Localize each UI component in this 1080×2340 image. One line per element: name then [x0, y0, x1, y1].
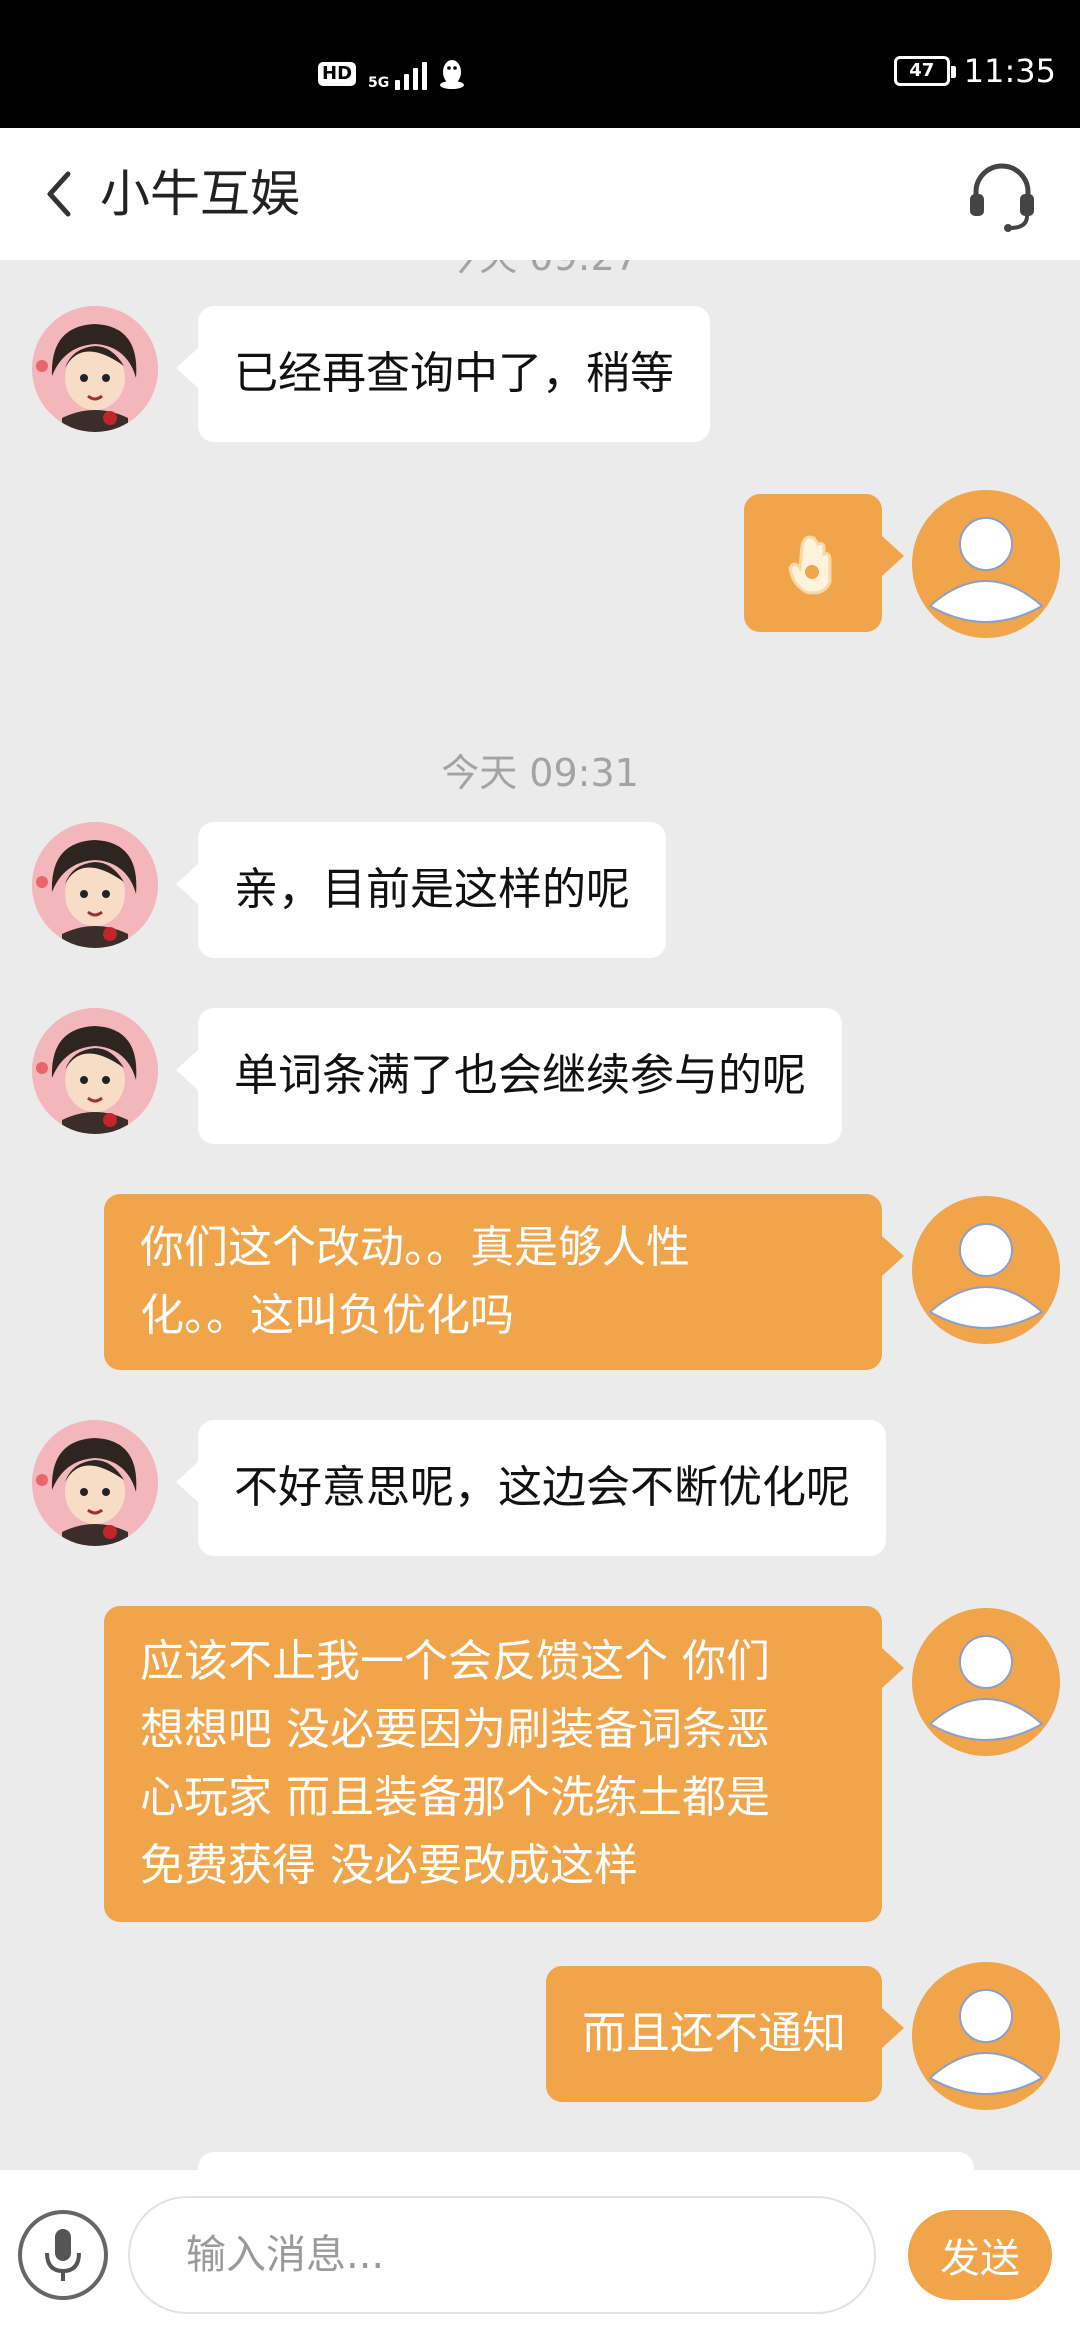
- status-bar: HD 5G 47 11:35: [0, 0, 1080, 128]
- qq-penguin-icon: [440, 60, 465, 89]
- agent-avatar[interactable]: [32, 822, 158, 948]
- message-bubble-user[interactable]: 而且还不通知: [546, 1966, 904, 2102]
- network-type: 5G: [368, 75, 390, 91]
- timestamp: 今天 09:31: [441, 751, 639, 795]
- user-avatar[interactable]: [912, 1962, 1060, 2110]
- back-arrow-icon[interactable]: [40, 168, 80, 220]
- message-line: 你们这个改动。。真是够人性: [140, 1222, 690, 1273]
- ok-hand-icon: [788, 535, 832, 595]
- clock: 11:35: [963, 52, 1056, 90]
- battery-level: 47: [909, 60, 935, 81]
- chat-messages[interactable]: 今天 09:27 已经再查询中了，稍等: [0, 260, 1080, 2170]
- message-bubble-agent[interactable]: 单词条满了也会继续参与的呢: [176, 1008, 842, 1144]
- headset-support-icon[interactable]: [964, 158, 1040, 234]
- message-line: 免费获得 没必要改成这样: [140, 1840, 638, 1891]
- signal-icon: 5G: [368, 58, 428, 91]
- page-title: 小牛互娱: [100, 165, 300, 223]
- send-button[interactable]: 发送: [908, 2210, 1052, 2300]
- message-line: 化。。这叫负优化吗: [140, 1290, 514, 1341]
- voice-button[interactable]: [18, 2210, 108, 2300]
- microphone-icon: [45, 2229, 81, 2281]
- agent-avatar[interactable]: [32, 306, 158, 432]
- message-line: 想想吧 没必要因为刷装备词条恶: [140, 1704, 770, 1755]
- status-right: 47 11:35: [893, 52, 1056, 90]
- message-bubble-agent[interactable]: 已经再查询中了，稍等: [176, 306, 710, 442]
- message-bubble-user[interactable]: 你们这个改动。。真是够人性 化。。这叫负优化吗: [104, 1194, 904, 1370]
- battery-icon: 47: [893, 56, 956, 86]
- agent-avatar[interactable]: [32, 1008, 158, 1134]
- message-bubble-agent-partial[interactable]: [198, 2152, 974, 2170]
- user-avatar[interactable]: [912, 490, 1060, 638]
- message-bubble-agent[interactable]: 不好意思呢，这边会不断优化呢: [176, 1420, 886, 1556]
- hd-badge: HD: [318, 62, 357, 86]
- status-icons: HD 5G: [318, 58, 465, 90]
- timestamp-partial: 今天 09:27: [0, 260, 1080, 281]
- message-bubble-user[interactable]: [744, 494, 904, 632]
- message-line: 应该不止我一个会反馈这个 你们: [140, 1636, 770, 1687]
- message-bubble-agent[interactable]: 亲，目前是这样的呢: [176, 822, 666, 958]
- input-bar: 发送: [0, 2170, 1080, 2340]
- message-line: 心玩家 而且装备那个洗练土都是: [140, 1772, 770, 1823]
- message-input[interactable]: [128, 2196, 876, 2314]
- user-avatar[interactable]: [912, 1608, 1060, 1756]
- chat-header: 小牛互娱: [0, 128, 1080, 260]
- message-bubble-user[interactable]: 应该不止我一个会反馈这个 你们 想想吧 没必要因为刷装备词条恶 心玩家 而且装备…: [104, 1606, 904, 1922]
- user-avatar[interactable]: [912, 1196, 1060, 1344]
- agent-avatar[interactable]: [32, 1420, 158, 1546]
